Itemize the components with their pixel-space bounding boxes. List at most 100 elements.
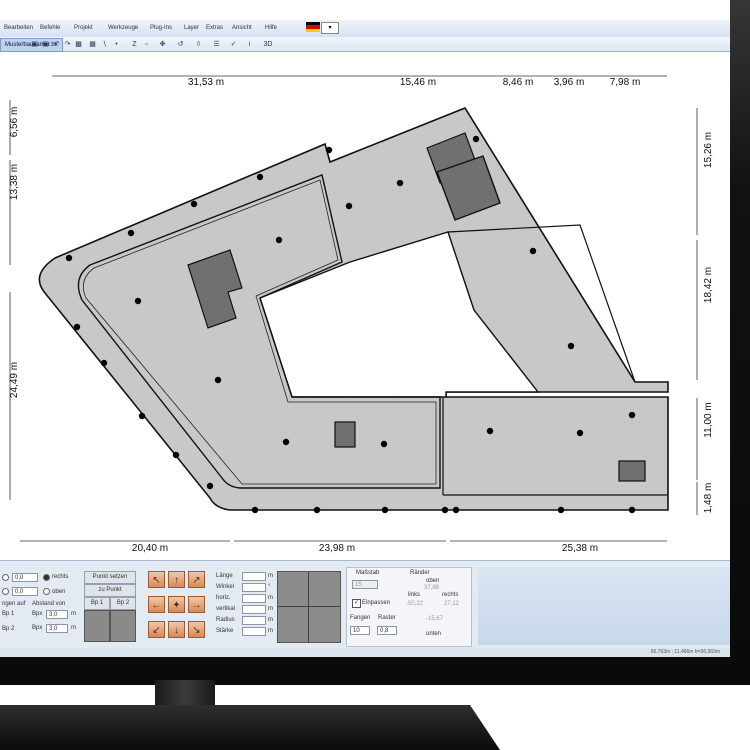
building-plan[interactable]: [38, 107, 669, 514]
scale-label: Maßstab: [356, 570, 380, 576]
bpx1-field[interactable]: 3,0: [46, 610, 68, 619]
offset-label: Abstand von: [32, 601, 66, 607]
panel-empty-area: [478, 567, 730, 645]
language-flag-icon[interactable]: [306, 22, 320, 32]
hatch-icon[interactable]: ▦: [88, 40, 97, 49]
open-icon[interactable]: ▣: [30, 40, 39, 49]
dimension-lines-right: 15,26 m 18,42 m 11,00 m 1,48 m: [696, 108, 714, 515]
prop-thickness: Stärke: [216, 628, 234, 634]
radio-bottom[interactable]: [2, 588, 9, 595]
menu-plugins[interactable]: Plug-Ins: [150, 25, 172, 31]
properties-panel: 0,0 rechts 0,0 oben ngen auf Abstand von…: [0, 560, 730, 657]
menu-extras[interactable]: Extras: [206, 25, 223, 31]
set-point-button[interactable]: Punkt setzen: [84, 571, 136, 584]
rotate-icon[interactable]: ↺: [176, 40, 185, 49]
arrow-left-icon[interactable]: ←: [148, 596, 165, 613]
value-field-1[interactable]: 0,0: [12, 573, 38, 582]
arrow-up-left-icon[interactable]: ↖: [148, 571, 165, 588]
radio-top[interactable]: [43, 588, 50, 595]
radio-right[interactable]: [43, 574, 50, 581]
prop-angle: Winkel: [216, 584, 235, 590]
dim-left-2: 13,38 m: [9, 164, 20, 200]
snap-checkbox[interactable]: ✓: [352, 599, 361, 608]
dim-right-1: 15,26 m: [703, 132, 714, 168]
dim-bottom-1: 20,40 m: [132, 543, 168, 554]
grid-field[interactable]: 0,8: [377, 626, 397, 635]
menu-edit[interactable]: Bearbeiten: [4, 25, 33, 31]
line-icon[interactable]: ∖: [100, 40, 109, 49]
drawing-canvas[interactable]: 31,53 m 15,46 m 8,46 m 3,96 m 7,98 m 20,…: [0, 52, 730, 557]
menu-commands[interactable]: Befehle: [40, 25, 60, 31]
arrow-up-right-icon[interactable]: ↗: [188, 571, 205, 588]
value-field-2[interactable]: 0,0: [12, 587, 38, 596]
catch-field[interactable]: 10: [350, 626, 370, 635]
radio-left[interactable]: [2, 574, 9, 581]
zoom-icon[interactable]: Z: [130, 40, 139, 49]
menu-project[interactable]: Projekt: [74, 25, 93, 31]
menu-tools[interactable]: Werkzeuge: [108, 25, 138, 31]
edges-top-value: 37,88: [424, 585, 440, 591]
layers-icon[interactable]: ☰: [212, 40, 221, 49]
arrow-right-icon[interactable]: →: [188, 596, 205, 613]
thickness-field[interactable]: [242, 627, 266, 636]
align-label: ngen auf: [2, 601, 26, 607]
save-icon[interactable]: ▣: [41, 40, 50, 49]
bp1-label: Bp 1: [2, 611, 15, 617]
bpx2-field[interactable]: 3,0: [46, 624, 68, 633]
app-screen: Bearbeiten Befehle Projekt Werkzeuge Plu…: [0, 0, 730, 657]
radius-field[interactable]: [242, 616, 266, 625]
undo-icon[interactable]: ↶: [52, 40, 61, 49]
point-icon[interactable]: •: [112, 40, 121, 49]
check-icon[interactable]: ✓: [229, 40, 238, 49]
center-tool-icon[interactable]: ✦: [168, 596, 185, 613]
radio-right-label: rechts: [52, 574, 69, 580]
pan-icon[interactable]: ✥: [158, 40, 167, 49]
dim-top-5: 7,98 m: [610, 77, 641, 88]
bpx2-label: Bpx: [32, 625, 43, 631]
language-dropdown[interactable]: ▾: [321, 22, 339, 34]
menu-bar: Bearbeiten Befehle Projekt Werkzeuge Plu…: [0, 20, 730, 37]
bp1-button[interactable]: Bp 1: [84, 597, 110, 610]
info-icon[interactable]: i: [245, 40, 254, 49]
status-bar: 56,763m ; 11,466m b=36,969m: [0, 648, 730, 657]
dim-top-2: 15,46 m: [400, 77, 436, 88]
dim-top-4: 3,96 m: [554, 77, 585, 88]
unit-m-1: m: [71, 611, 76, 617]
prop-horizontal: horiz.: [216, 595, 231, 601]
dim-right-4: 1,48 m: [703, 483, 714, 514]
arrow-up-icon[interactable]: ↑: [168, 571, 185, 588]
unit-length: m: [268, 573, 273, 579]
arrow-down-icon[interactable]: ↓: [168, 621, 185, 638]
menu-view[interactable]: Ansicht: [232, 25, 252, 31]
print-icon[interactable]: ▩: [74, 40, 83, 49]
radio-top-label: oben: [52, 589, 66, 595]
vertical-field[interactable]: [242, 605, 266, 614]
dim-top-3: 8,46 m: [503, 77, 534, 88]
unit-vertical: m: [268, 606, 273, 612]
bp2-button[interactable]: Bp 2: [110, 597, 136, 610]
3d-button[interactable]: 3D: [261, 40, 275, 49]
prop-length: Länge: [216, 573, 233, 579]
dim-left-1: 6,56 m: [9, 107, 20, 138]
toolbar: [0, 37, 730, 52]
measure-icon[interactable]: ◊: [194, 40, 203, 49]
length-field[interactable]: [242, 572, 266, 581]
snap-label: Einpassen: [362, 600, 391, 606]
dim-bottom-2: 23,98 m: [319, 543, 355, 554]
arrow-down-left-icon[interactable]: ↙: [148, 621, 165, 638]
arrow-down-right-icon[interactable]: ↘: [188, 621, 205, 638]
to-point-button[interactable]: zu Punkt: [84, 584, 136, 597]
dim-left-3: 24,49 m: [9, 362, 20, 398]
unit-thickness: m: [268, 628, 273, 634]
horizontal-field[interactable]: [242, 594, 266, 603]
preview-right: [110, 610, 136, 642]
menu-layer[interactable]: Layer: [184, 25, 199, 31]
select-icon[interactable]: ▫: [142, 40, 151, 49]
scale-field[interactable]: 15: [352, 580, 378, 589]
angle-field[interactable]: [242, 583, 266, 592]
menu-help[interactable]: Hilfe: [265, 25, 277, 31]
dim-bottom-3: 25,38 m: [562, 543, 598, 554]
redo-icon[interactable]: ↷: [63, 40, 72, 49]
bp2-label: Bp 2: [2, 626, 15, 632]
unit-horizontal: m: [268, 595, 273, 601]
